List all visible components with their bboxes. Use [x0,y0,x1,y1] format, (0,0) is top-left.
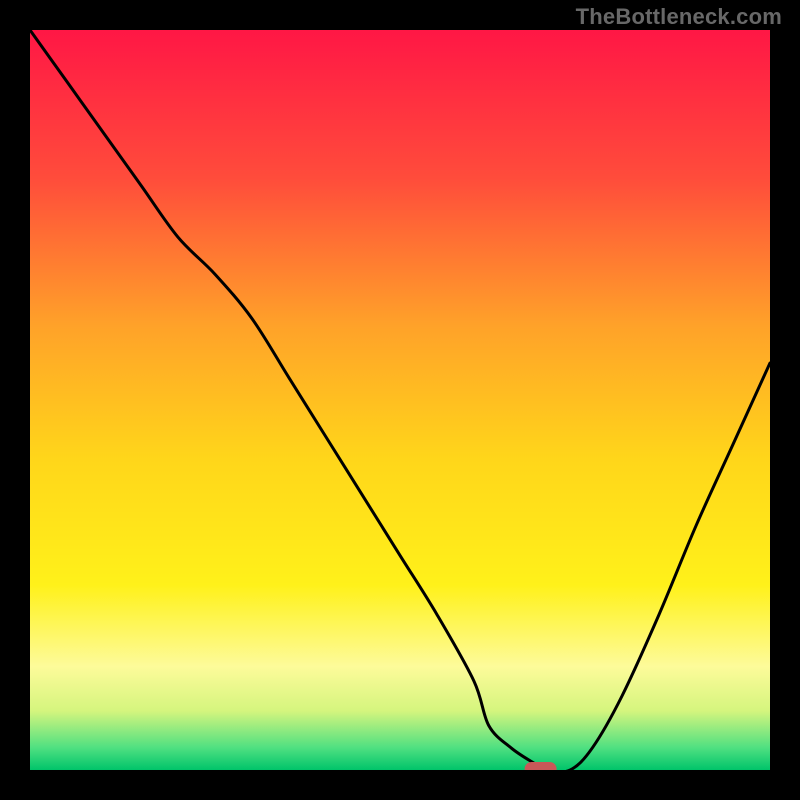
watermark: TheBottleneck.com [576,4,782,30]
chart-svg [30,30,770,770]
bottleneck-chart [30,30,770,770]
gradient-background [30,30,770,770]
optimal-marker [525,762,557,770]
